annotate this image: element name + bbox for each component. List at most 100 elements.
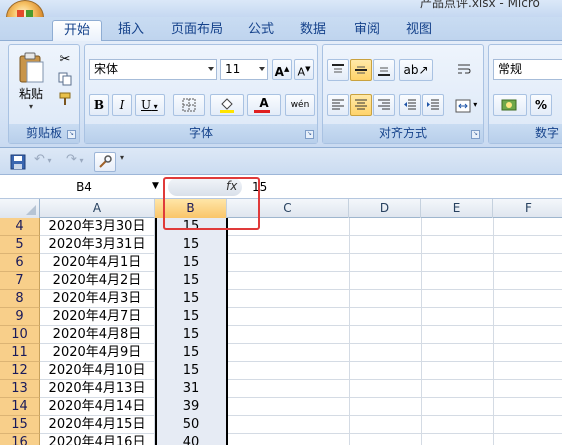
decrease-indent-icon — [404, 99, 416, 110]
tab-view[interactable]: 视图 — [398, 20, 440, 41]
cell-a[interactable]: 2020年4月8日 — [40, 326, 155, 344]
qat-customize-icon[interactable]: ▾ — [120, 153, 124, 162]
borders-button[interactable] — [173, 94, 205, 116]
decrease-indent-button[interactable] — [399, 94, 421, 116]
font-size-select[interactable]: 11 — [220, 59, 268, 80]
row-header[interactable]: 7 — [0, 272, 40, 290]
tab-data[interactable]: 数据 — [292, 20, 334, 41]
alignment-launcher[interactable]: ↘ — [471, 130, 480, 139]
column-header-e[interactable]: E — [421, 199, 493, 218]
align-right-button[interactable] — [373, 94, 395, 116]
alignment-group-label: 对齐方式 — [323, 124, 483, 143]
row-header[interactable]: 12 — [0, 362, 40, 380]
cell-a[interactable]: 2020年4月10日 — [40, 362, 155, 380]
cell-a[interactable]: 2020年4月7日 — [40, 308, 155, 326]
grow-font-label: A — [274, 65, 284, 79]
align-top-icon — [332, 64, 344, 73]
fill-color-button[interactable] — [210, 94, 244, 116]
table-row: 15 2020年4月15日 50 — [0, 416, 562, 434]
increase-indent-button[interactable] — [422, 94, 444, 116]
orientation-button[interactable]: ab↗ — [399, 59, 433, 81]
font-color-swatch — [254, 110, 270, 113]
save-button[interactable] — [10, 154, 26, 170]
row-header[interactable]: 5 — [0, 236, 40, 254]
align-right-icon — [378, 99, 390, 110]
cell-a[interactable]: 2020年3月31日 — [40, 236, 155, 254]
table-row: 12 2020年4月10日 15 — [0, 362, 562, 380]
cell-a[interactable]: 2020年4月16日 — [40, 434, 155, 445]
align-top-button[interactable] — [327, 59, 349, 81]
grow-font-button[interactable]: A▲ — [272, 59, 292, 80]
bold-button[interactable]: B — [89, 94, 109, 116]
wrap-text-icon — [458, 64, 471, 74]
chevron-down-icon: ▾ — [470, 100, 478, 109]
row-header[interactable]: 10 — [0, 326, 40, 344]
select-all-corner[interactable] — [0, 199, 40, 218]
wrap-text-button[interactable] — [451, 59, 477, 81]
text-orientation-icon: ab↗ — [403, 63, 429, 77]
tab-page-layout[interactable]: 页面布局 — [164, 20, 230, 41]
tab-home[interactable]: 开始 — [52, 20, 102, 42]
redo-icon: ↷ — [66, 152, 77, 167]
cell-a[interactable]: 2020年4月1日 — [40, 254, 155, 272]
font-family-select[interactable]: 宋体 — [89, 59, 217, 80]
tab-insert[interactable]: 插入 — [110, 20, 152, 41]
italic-button[interactable]: I — [112, 94, 132, 116]
table-row: 8 2020年4月3日 15 — [0, 290, 562, 308]
cell-a[interactable]: 2020年4月13日 — [40, 380, 155, 398]
clipboard-launcher[interactable]: ↘ — [67, 130, 76, 139]
cell-a[interactable]: 2020年4月9日 — [40, 344, 155, 362]
name-box[interactable]: B4 — [8, 178, 160, 196]
align-center-button[interactable] — [350, 94, 372, 116]
copy-button[interactable] — [55, 71, 75, 88]
row-header[interactable]: 14 — [0, 398, 40, 416]
fill-bucket-icon — [220, 98, 234, 113]
column-header-d[interactable]: D — [349, 199, 421, 218]
cell-a[interactable]: 2020年4月14日 — [40, 398, 155, 416]
row-header[interactable]: 15 — [0, 416, 40, 434]
formula-bar: B4 ▼ fx 15 — [0, 175, 562, 199]
merge-center-button[interactable]: ▾ — [451, 94, 481, 116]
chevron-down-icon: ▾ — [151, 102, 158, 111]
column-header-a[interactable]: A — [40, 199, 155, 218]
phonetic-button[interactable]: wén — [285, 94, 315, 116]
cell-a[interactable]: 2020年3月30日 — [40, 218, 155, 236]
font-launcher[interactable]: ↘ — [305, 130, 314, 139]
merge-cells-icon — [455, 99, 471, 113]
custom-tool-button[interactable] — [94, 152, 116, 172]
font-color-button[interactable]: A — [247, 94, 281, 116]
cell-a[interactable]: 2020年4月3日 — [40, 290, 155, 308]
borders-icon — [182, 98, 196, 112]
percent-button[interactable]: % — [530, 94, 552, 116]
format-painter-button[interactable] — [55, 91, 75, 108]
tab-review[interactable]: 审阅 — [346, 20, 388, 41]
row-header[interactable]: 4 — [0, 218, 40, 236]
align-middle-button[interactable] — [350, 59, 372, 81]
name-box-dropdown-icon[interactable]: ▼ — [152, 181, 159, 191]
cell-a[interactable]: 2020年4月2日 — [40, 272, 155, 290]
align-left-icon — [332, 99, 344, 110]
currency-format-button[interactable] — [493, 94, 527, 116]
column-header-f[interactable]: F — [493, 199, 562, 218]
cell-a[interactable]: 2020年4月15日 — [40, 416, 155, 434]
underline-button[interactable]: U ▾ — [135, 94, 165, 116]
row-header[interactable]: 11 — [0, 344, 40, 362]
align-bottom-button[interactable] — [373, 59, 395, 81]
number-format-select[interactable]: 常规 — [493, 59, 562, 80]
cut-button[interactable]: ✂ — [55, 51, 75, 68]
table-row: 11 2020年4月9日 15 — [0, 344, 562, 362]
paste-button[interactable]: 粘贴 ▾ — [13, 49, 49, 111]
row-header[interactable]: 9 — [0, 308, 40, 326]
align-left-button[interactable] — [327, 94, 349, 116]
undo-button[interactable]: ↶ ▾ — [34, 152, 64, 170]
row-header[interactable]: 8 — [0, 290, 40, 308]
redo-button[interactable]: ↷ ▾ — [66, 152, 96, 170]
row-header[interactable]: 16 — [0, 434, 40, 445]
align-center-icon — [355, 99, 367, 110]
tab-formulas[interactable]: 公式 — [240, 20, 282, 41]
font-family-value: 宋体 — [94, 62, 119, 76]
row-header[interactable]: 13 — [0, 380, 40, 398]
row-header[interactable]: 6 — [0, 254, 40, 272]
table-row: 14 2020年4月14日 39 — [0, 398, 562, 416]
shrink-font-button[interactable]: A▼ — [294, 59, 314, 80]
